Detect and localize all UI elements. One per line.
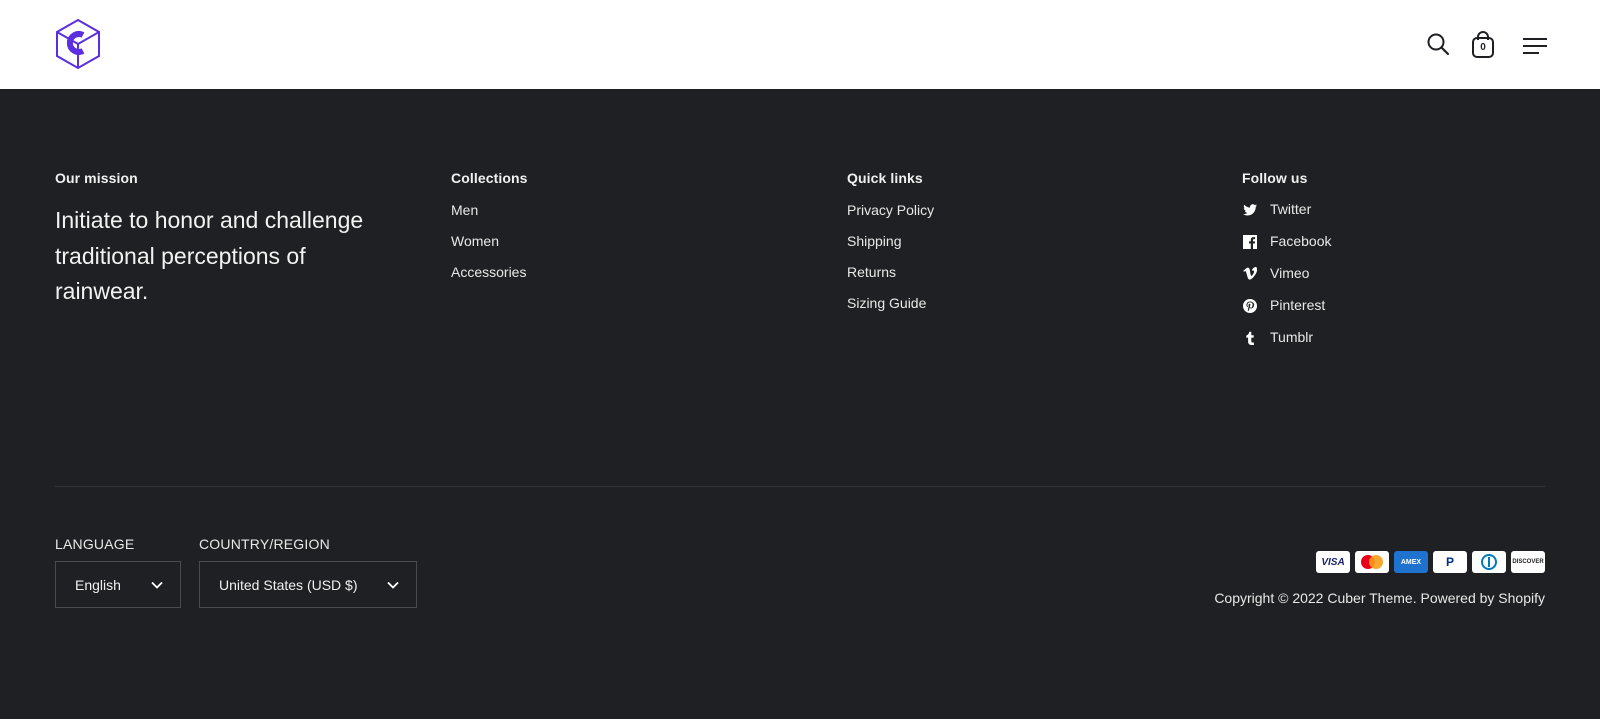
collections-link-accessories[interactable]: Accessories [451,262,791,293]
footer-divider [55,486,1545,487]
country-select[interactable]: United States (USD $) [199,561,417,608]
footer-quick-links: Quick links Privacy Policy Shipping Retu… [847,168,1187,324]
social-link-twitter[interactable]: Twitter [1242,199,1542,231]
social-link-tumblr[interactable]: Tumblr [1242,327,1542,359]
social-link-pinterest[interactable]: Pinterest [1242,295,1542,327]
visa-icon: VISA [1316,551,1350,573]
site-header: 0 [0,0,1600,89]
follow-us-title: Follow us [1242,170,1308,186]
language-selected-value: English [75,576,121,593]
facebook-icon [1242,234,1258,250]
quick-link-privacy-policy[interactable]: Privacy Policy [847,200,1187,231]
language-label: LANGUAGE [55,536,135,552]
language-selector: LANGUAGE English [55,535,181,608]
mastercard-icon [1355,551,1389,573]
amex-icon: AMEX [1394,551,1428,573]
cart-count-badge: 0 [1480,42,1486,53]
country-selector: COUNTRY/REGION United States (USD $) [199,535,417,608]
payment-methods: VISA AMEX P DISCOVER [1316,551,1545,573]
social-link-facebook[interactable]: Facebook [1242,231,1542,263]
cube-c-logo-icon[interactable] [55,18,101,70]
language-select[interactable]: English [55,561,181,608]
social-label: Pinterest [1270,297,1326,313]
footer-mission: Our mission Initiate to honor and challe… [55,168,395,310]
footer-collections: Collections Men Women Accessories [451,168,791,293]
quick-link-sizing-guide[interactable]: Sizing Guide [847,293,1187,324]
paypal-icon: P [1433,551,1467,573]
search-icon[interactable] [1426,32,1450,56]
country-label: COUNTRY/REGION [199,536,330,552]
footer-follow-us: Follow us Twitter Facebook Vimeo Pintere… [1242,168,1542,359]
collections-link-women[interactable]: Women [451,231,791,262]
social-label: Twitter [1270,201,1312,217]
tumblr-icon [1242,330,1258,346]
twitter-icon [1242,202,1258,218]
mission-text: Initiate to honor and challenge traditio… [55,207,364,304]
quick-links-title: Quick links [847,170,923,186]
collections-link-men[interactable]: Men [451,200,791,231]
quick-link-returns[interactable]: Returns [847,262,1187,293]
mission-title: Our mission [55,170,138,186]
social-label: Tumblr [1270,329,1314,345]
vimeo-icon [1242,266,1258,282]
social-label: Facebook [1270,233,1332,249]
chevron-down-icon [150,578,164,592]
chevron-down-icon [386,578,400,592]
country-selected-value: United States (USD $) [219,576,358,593]
copyright-text: Copyright © 2022 Cuber Theme. Powered by… [1214,590,1545,606]
quick-link-shipping[interactable]: Shipping [847,231,1187,262]
hamburger-menu-icon[interactable] [1521,36,1549,56]
collections-title: Collections [451,170,528,186]
social-label: Vimeo [1270,265,1310,281]
pinterest-icon [1242,298,1258,314]
shopping-bag-icon[interactable]: 0 [1471,31,1495,59]
social-link-vimeo[interactable]: Vimeo [1242,263,1542,295]
discover-icon: DISCOVER [1511,551,1545,573]
diners-club-icon [1472,551,1506,573]
